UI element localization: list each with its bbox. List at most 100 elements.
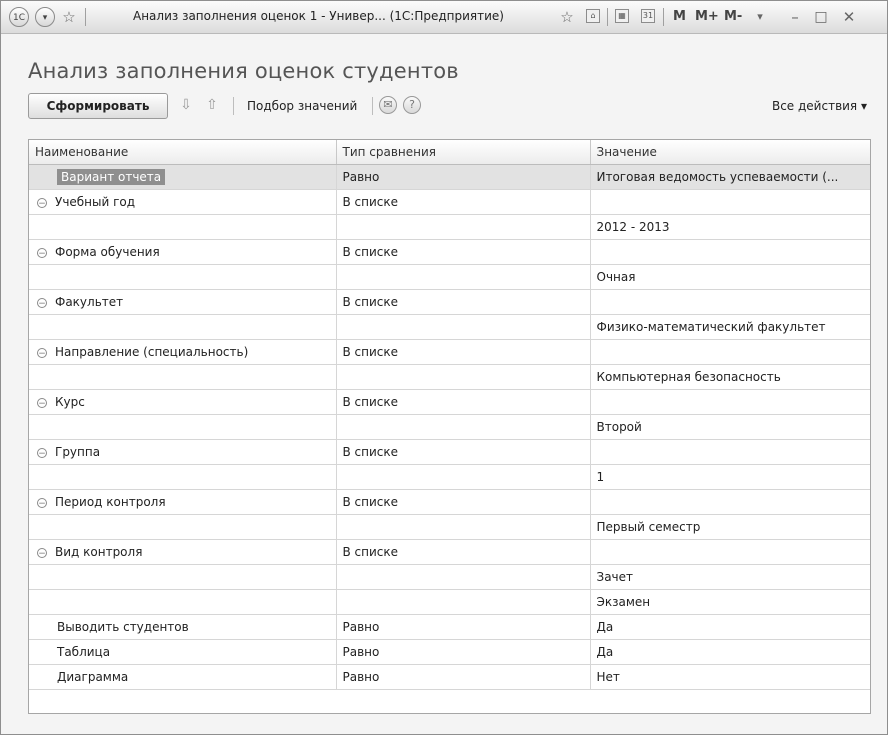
cell-value[interactable] <box>590 439 870 465</box>
collapse-toggle-icon[interactable]: − <box>37 547 47 559</box>
app-logo-icon[interactable]: 1С <box>9 7 29 27</box>
calculator-icon[interactable]: ▦ <box>615 9 629 23</box>
cell-name[interactable] <box>29 564 337 590</box>
generate-button[interactable]: Сформировать <box>28 93 168 119</box>
cell-name[interactable]: − Курс <box>29 389 337 415</box>
table-row[interactable]: − Направление (специальность) В списке <box>29 339 870 365</box>
column-header-comparison[interactable]: Тип сравнения <box>336 140 591 165</box>
save-settings-icon[interactable]: ⇩ <box>177 96 195 114</box>
column-header-name[interactable]: Наименование <box>29 140 337 165</box>
cell-name[interactable] <box>29 414 337 440</box>
cell-comparison-type[interactable]: Равно <box>336 639 591 665</box>
collapse-toggle-icon[interactable]: − <box>37 247 47 259</box>
cell-name[interactable] <box>29 314 337 340</box>
cell-value[interactable]: 1 <box>590 464 870 490</box>
collapse-toggle-icon[interactable]: − <box>37 497 47 509</box>
link-icon[interactable]: ⌂ <box>586 9 600 23</box>
cell-comparison-type[interactable] <box>336 214 591 240</box>
table-row[interactable]: Первый семестр <box>29 514 870 540</box>
cell-comparison-type[interactable]: В списке <box>336 539 591 565</box>
table-row[interactable]: Физико-математический факультет <box>29 314 870 340</box>
cell-comparison-type[interactable] <box>336 264 591 290</box>
collapse-toggle-icon[interactable]: − <box>37 397 47 409</box>
table-row[interactable]: Компьютерная безопасность <box>29 364 870 390</box>
cell-comparison-type[interactable]: В списке <box>336 239 591 265</box>
cell-value[interactable]: Нет <box>590 664 870 690</box>
cell-name[interactable]: Диаграмма <box>29 664 337 690</box>
cell-value[interactable] <box>590 339 870 365</box>
cell-comparison-type[interactable]: В списке <box>336 289 591 315</box>
cell-comparison-type[interactable] <box>336 364 591 390</box>
cell-name[interactable] <box>29 589 337 615</box>
cell-value[interactable]: Первый семестр <box>590 514 870 540</box>
cell-comparison-type[interactable]: Равно <box>336 164 591 190</box>
collapse-toggle-icon[interactable]: − <box>37 347 47 359</box>
cell-comparison-type[interactable]: Равно <box>336 664 591 690</box>
cell-comparison-type[interactable] <box>336 414 591 440</box>
table-row[interactable]: − Период контроля В списке <box>29 489 870 515</box>
cell-comparison-type[interactable]: В списке <box>336 489 591 515</box>
table-row[interactable]: Выводить студентов Равно Да <box>29 614 870 640</box>
add-favorite-star-icon[interactable]: ☆ <box>557 7 577 27</box>
table-row[interactable]: − Факультет В списке <box>29 289 870 315</box>
cell-name[interactable]: − Учебный год <box>29 189 337 215</box>
cell-name[interactable]: − Направление (специальность) <box>29 339 337 365</box>
calendar-icon[interactable]: 31 <box>641 9 655 23</box>
help-icon[interactable]: ? <box>403 96 421 114</box>
cell-name[interactable]: − Факультет <box>29 289 337 315</box>
cell-comparison-type[interactable]: В списке <box>336 189 591 215</box>
cell-name[interactable] <box>29 364 337 390</box>
cell-name[interactable] <box>29 514 337 540</box>
cell-value[interactable]: Экзамен <box>590 589 870 615</box>
table-row[interactable]: Второй <box>29 414 870 440</box>
cell-value[interactable]: Да <box>590 639 870 665</box>
favorite-star-icon[interactable]: ☆ <box>59 7 79 27</box>
dropdown-arrow-icon[interactable]: ▾ <box>753 7 767 27</box>
cell-value[interactable]: Да <box>590 614 870 640</box>
table-row[interactable]: 2012 - 2013 <box>29 214 870 240</box>
cell-name[interactable] <box>29 264 337 290</box>
cell-comparison-type[interactable]: Равно <box>336 614 591 640</box>
cell-value[interactable]: Очная <box>590 264 870 290</box>
cell-value[interactable] <box>590 489 870 515</box>
close-icon[interactable]: ✕ <box>839 7 859 27</box>
cell-name[interactable]: Таблица <box>29 639 337 665</box>
table-row[interactable]: − Учебный год В списке <box>29 189 870 215</box>
cell-value[interactable]: Второй <box>590 414 870 440</box>
memory-minus-button[interactable]: М- <box>724 9 742 24</box>
cell-value[interactable] <box>590 289 870 315</box>
cell-value[interactable] <box>590 239 870 265</box>
cell-value[interactable]: Итоговая ведомость успеваемости (... <box>590 164 870 190</box>
minimize-icon[interactable]: – <box>785 7 805 27</box>
cell-comparison-type[interactable]: В списке <box>336 439 591 465</box>
cell-value[interactable]: Физико-математический факультет <box>590 314 870 340</box>
table-row[interactable]: Очная <box>29 264 870 290</box>
all-actions-menu[interactable]: Все действия ▾ <box>772 99 867 113</box>
cell-value[interactable] <box>590 189 870 215</box>
cell-name[interactable] <box>29 464 337 490</box>
cell-value[interactable]: Компьютерная безопасность <box>590 364 870 390</box>
table-row[interactable]: − Группа В списке <box>29 439 870 465</box>
collapse-toggle-icon[interactable]: − <box>37 447 47 459</box>
cell-comparison-type[interactable] <box>336 314 591 340</box>
cell-name[interactable]: − Период контроля <box>29 489 337 515</box>
cell-comparison-type[interactable]: В списке <box>336 389 591 415</box>
cell-value[interactable]: 2012 - 2013 <box>590 214 870 240</box>
cell-value[interactable] <box>590 539 870 565</box>
cell-value[interactable]: Зачет <box>590 564 870 590</box>
cell-comparison-type[interactable]: В списке <box>336 339 591 365</box>
select-values-button[interactable]: Подбор значений <box>247 99 357 113</box>
cell-comparison-type[interactable] <box>336 589 591 615</box>
table-row[interactable]: − Курс В списке <box>29 389 870 415</box>
cell-value[interactable] <box>590 389 870 415</box>
cell-comparison-type[interactable] <box>336 564 591 590</box>
maximize-icon[interactable]: □ <box>811 7 831 27</box>
table-row[interactable]: − Форма обучения В списке <box>29 239 870 265</box>
cell-comparison-type[interactable] <box>336 464 591 490</box>
table-row[interactable]: 1 <box>29 464 870 490</box>
table-row[interactable]: Диаграмма Равно Нет <box>29 664 870 690</box>
load-settings-icon[interactable]: ⇧ <box>203 96 221 114</box>
memory-plus-button[interactable]: М+ <box>695 9 719 24</box>
table-row[interactable]: Вариант отчета Равно Итоговая ведомость ус… <box>29 164 870 190</box>
table-row[interactable]: − Вид контроля В списке <box>29 539 870 565</box>
